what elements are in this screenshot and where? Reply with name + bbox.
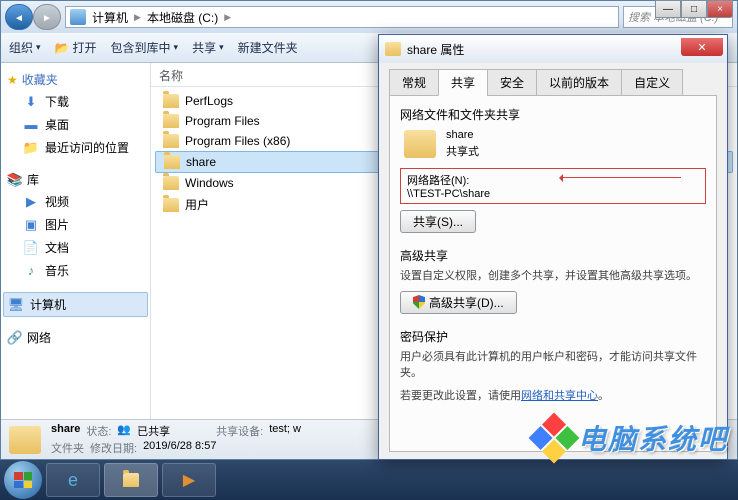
nav-forward-button[interactable] <box>33 4 61 30</box>
library-icon: 📚 <box>7 172 23 188</box>
network-sharing-center-link[interactable]: 网络和共享中心 <box>521 390 598 402</box>
video-icon: ▶ <box>23 194 39 210</box>
music-icon: ♪ <box>23 263 39 279</box>
sidebar-item-computer[interactable]: 🖥计算机 <box>3 292 148 317</box>
network-path-label: 网络路径(N): <box>407 172 699 188</box>
details-thumbnail-icon <box>9 426 41 454</box>
minimize-button[interactable]: — <box>655 0 681 18</box>
sidebar-item-recent[interactable]: 📁最近访问的位置 <box>3 136 148 159</box>
shared-icon: 👥 <box>117 423 131 439</box>
tab-security[interactable]: 安全 <box>487 69 537 96</box>
password-desc1: 用户必须具有此计算机的用户帐户和密码，才能访问共享文件夹。 <box>400 349 706 382</box>
titlebar: 计算机 ▶ 本地磁盘 (C:) ▶ 搜索 本地磁盘 (C:) — □ × <box>1 1 737 33</box>
section-password-title: 密码保护 <box>400 328 706 345</box>
details-modified-value: 2019/6/28 8:57 <box>143 440 216 456</box>
watermark: 电脑系统吧 <box>536 418 728 458</box>
new-folder-button[interactable]: 新建文件夹 <box>238 39 298 56</box>
tab-strip: 常规 共享 安全 以前的版本 自定义 <box>389 69 717 96</box>
breadcrumb-computer[interactable]: 计算机 <box>92 9 128 26</box>
tab-general[interactable]: 常规 <box>389 69 439 96</box>
sidebar-item-documents[interactable]: 📄文档 <box>3 236 148 259</box>
dialog-titlebar[interactable]: share 属性 ✕ <box>379 35 727 63</box>
folder-icon <box>163 94 179 108</box>
tab-sharing[interactable]: 共享 <box>438 69 488 96</box>
picture-icon: ▣ <box>23 217 39 233</box>
folder-icon <box>163 134 179 148</box>
tab-previous-versions[interactable]: 以前的版本 <box>536 69 622 96</box>
taskbar-item-explorer[interactable] <box>104 463 158 497</box>
sidebar-item-desktop[interactable]: ▬桌面 <box>3 113 148 136</box>
details-share-device-label: 共享设备: <box>216 423 263 439</box>
folder-icon <box>123 473 139 487</box>
taskbar: e ▶ <box>0 460 738 500</box>
share-name: share <box>446 127 479 144</box>
section-network-sharing-title: 网络文件和文件夹共享 <box>400 106 706 123</box>
nav-back-button[interactable] <box>5 4 33 30</box>
properties-dialog: share 属性 ✕ 常规 共享 安全 以前的版本 自定义 网络文件和文件夹共享… <box>378 34 728 460</box>
watermark-text: 电脑系统吧 <box>578 418 728 458</box>
arrow-right-icon <box>42 8 52 26</box>
tab-customize[interactable]: 自定义 <box>621 69 683 96</box>
close-button[interactable]: × <box>707 0 733 18</box>
arrow-left-icon <box>14 8 24 26</box>
password-desc2: 若要更改此设置，请使用网络和共享中心。 <box>400 388 706 405</box>
network-path-value: \\TEST-PC\share <box>407 188 699 200</box>
windows-logo-icon <box>14 472 32 488</box>
advanced-sharing-desc: 设置自定义权限，创建多个共享，并设置其他高级共享选项。 <box>400 268 706 285</box>
network-icon: 🔗 <box>7 330 23 346</box>
sidebar-libraries-head[interactable]: 📚库 <box>3 169 148 190</box>
taskbar-item-ie[interactable]: e <box>46 463 100 497</box>
share-thumb-icon <box>404 130 436 158</box>
details-status-value: 已共享 <box>137 423 170 439</box>
computer-icon: 🖥 <box>8 297 24 313</box>
dialog-title: share 属性 <box>407 41 464 58</box>
details-modified-label: 修改日期: <box>90 440 137 456</box>
folder-icon <box>163 176 179 190</box>
folder-icon <box>163 114 179 128</box>
sidebar-item-network[interactable]: 🔗网络 <box>3 327 148 348</box>
dialog-close-button[interactable]: ✕ <box>681 38 723 56</box>
open-button[interactable]: 📂 打开 <box>55 39 97 56</box>
organize-menu[interactable]: 组织 <box>9 39 41 56</box>
sidebar-item-pictures[interactable]: ▣图片 <box>3 213 148 236</box>
watermark-logo-icon <box>529 413 580 464</box>
advanced-sharing-button[interactable]: 高级共享(D)... <box>400 291 517 314</box>
include-library-menu[interactable]: 包含到库中 <box>111 39 179 56</box>
maximize-button[interactable]: □ <box>681 0 707 18</box>
folder-icon <box>385 42 401 56</box>
breadcrumb-sep: ▶ <box>134 12 141 23</box>
share-menu[interactable]: 共享 <box>192 39 224 56</box>
document-icon: 📄 <box>23 240 39 256</box>
details-status-label: 状态: <box>86 423 111 439</box>
breadcrumb-sep: ▶ <box>224 12 231 23</box>
start-button[interactable] <box>4 461 42 499</box>
recent-icon: 📁 <box>23 140 39 156</box>
sidebar-item-downloads[interactable]: ⬇下载 <box>3 90 148 113</box>
section-advanced-sharing-title: 高级共享 <box>400 247 706 264</box>
details-name: share <box>51 423 80 439</box>
network-path-box: 网络路径(N): \\TEST-PC\share <box>400 168 706 204</box>
folder-icon <box>163 198 179 212</box>
address-bar[interactable]: 计算机 ▶ 本地磁盘 (C:) ▶ <box>65 6 619 28</box>
details-share-device-value: test; w <box>269 423 301 439</box>
media-icon: ▶ <box>183 470 195 490</box>
taskbar-item-media[interactable]: ▶ <box>162 463 216 497</box>
sidebar-item-videos[interactable]: ▶视频 <box>3 190 148 213</box>
breadcrumb-drive[interactable]: 本地磁盘 (C:) <box>147 9 218 26</box>
shield-icon <box>413 295 425 309</box>
ie-icon: e <box>68 470 78 491</box>
annotation-arrow <box>561 177 681 178</box>
desktop-icon: ▬ <box>23 117 39 133</box>
sidebar-item-music[interactable]: ♪音乐 <box>3 259 148 282</box>
sidebar: ★收藏夹 ⬇下载 ▬桌面 📁最近访问的位置 📚库 ▶视频 ▣图片 📄文档 ♪音乐… <box>1 63 151 419</box>
folder-icon <box>164 155 180 169</box>
star-icon: ★ <box>7 73 18 87</box>
tab-panel-sharing: 网络文件和文件夹共享 share 共享式 网络路径(N): \\TEST-PC\… <box>389 96 717 452</box>
download-icon: ⬇ <box>23 94 39 110</box>
details-type: 文件夹 <box>51 440 84 456</box>
share-mode: 共享式 <box>446 144 479 161</box>
share-button[interactable]: 共享(S)... <box>400 210 476 233</box>
sidebar-favorites-head[interactable]: ★收藏夹 <box>3 69 148 90</box>
drive-icon <box>70 9 86 25</box>
